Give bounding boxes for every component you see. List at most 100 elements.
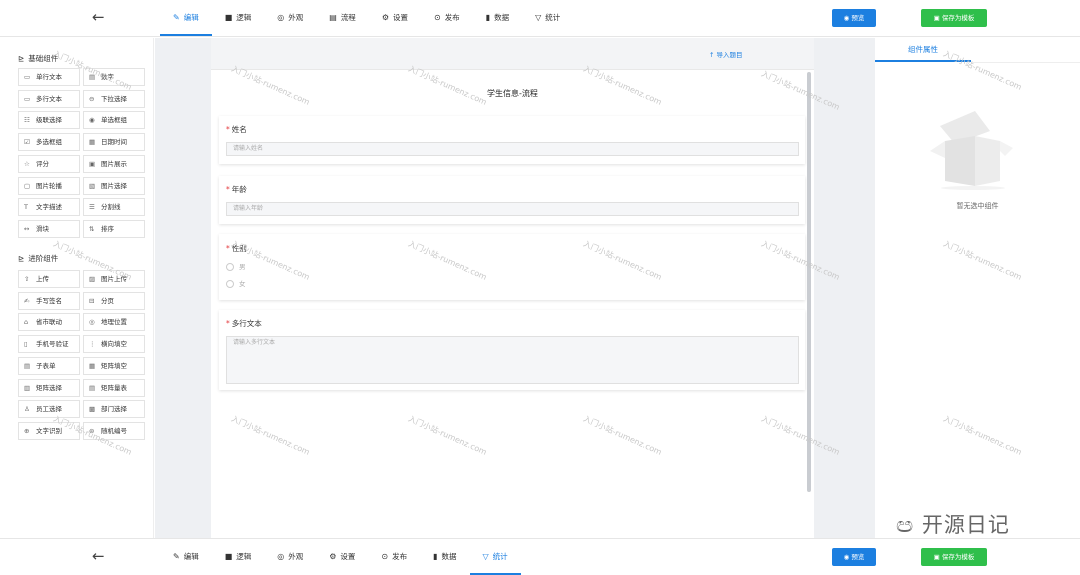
properties-panel: 组件属性 暂无选中组件	[875, 38, 1080, 538]
component-label: 图片上传	[101, 275, 127, 283]
tab-logic[interactable]: ■ 逻辑	[212, 539, 265, 575]
component-icon: ◉	[89, 116, 95, 125]
tab-settings[interactable]: ⚙ 设置	[316, 539, 368, 575]
component-item[interactable]: ⌂ 省市联动	[18, 313, 80, 332]
tab-edit[interactable]: ✎ 编辑	[160, 539, 212, 575]
tab-stats[interactable]: ▽ 统计	[522, 0, 573, 36]
field-multiline[interactable]: * 多行文本 请输入多行文本	[219, 310, 805, 390]
component-item[interactable]: ▢ 图片轮播	[18, 176, 80, 195]
tab-data[interactable]: ▮ 数据	[473, 0, 522, 36]
component-item[interactable]: ▭ 多行文本	[18, 89, 80, 108]
section-label: 基础组件	[28, 54, 59, 63]
back-arrow-icon[interactable]: ←	[92, 547, 105, 565]
tab-label: 统计	[545, 13, 561, 22]
tab-appearance[interactable]: ◎ 外观	[264, 539, 316, 575]
gender-option-male[interactable]: 男	[226, 261, 246, 271]
component-label: 横向填空	[101, 340, 127, 349]
component-item[interactable]: ☷ 级联选择	[18, 111, 80, 130]
multiline-textarea[interactable]: 请输入多行文本	[226, 336, 799, 384]
publish-icon: ⊙	[381, 552, 389, 561]
top-tabs: ✎ 编辑 ■ 逻辑 ◎ 外观 ▤ 流程 ⚙ 设置 ⊙ 发布 ▮ 数据 ▽ 统计	[160, 0, 573, 36]
component-label: 矩阵填空	[101, 361, 127, 370]
component-item[interactable]: ⊖ 下拉选择	[83, 89, 145, 108]
name-input[interactable]: 请输入姓名	[226, 142, 799, 156]
bottom-tabs: ✎ 编辑 ■ 逻辑 ◎ 外观 ⚙ 设置 ⊙ 发布 ▮ 数据 ▽ 统计	[160, 539, 521, 575]
tab-flow[interactable]: ▤ 流程	[316, 0, 369, 36]
field-label: * 姓名	[226, 125, 247, 134]
component-item[interactable]: ▦ 日期时间	[83, 133, 145, 152]
tab-label: 逻辑	[236, 552, 252, 561]
component-item[interactable]: ♙ 员工选择	[18, 400, 80, 419]
form-title: 学生信息-流程	[487, 89, 538, 98]
gender-option-female[interactable]: 女	[226, 278, 246, 288]
component-label: 图片展示	[101, 159, 127, 168]
component-item[interactable]: ▤ 矩阵量表	[83, 378, 145, 397]
component-item[interactable]: ↔ 滑块	[18, 219, 80, 238]
tab-label: 数据	[494, 13, 510, 22]
field-label: * 年龄	[226, 185, 247, 194]
age-input[interactable]: 请输入年龄	[226, 202, 799, 216]
component-label: 单行文本	[36, 73, 62, 81]
component-item[interactable]: ⇅ 排序	[83, 219, 145, 238]
component-item[interactable]: ▣ 图片展示	[83, 154, 145, 173]
field-name[interactable]: * 姓名 请输入姓名	[219, 116, 805, 164]
component-item[interactable]: ▧ 图片选择	[83, 176, 145, 195]
tab-settings[interactable]: ⚙ 设置	[369, 0, 421, 36]
canvas-scrollbar[interactable]	[807, 72, 811, 492]
tab-publish[interactable]: ⊙ 发布	[368, 539, 420, 575]
save-template-button[interactable]: ▣ 保存为模板	[921, 9, 987, 27]
component-label: 滑块	[36, 224, 49, 233]
component-icon: ▭	[24, 94, 31, 103]
component-sidebar: ⊵ 基础组件 ▭ 单行文本 ▤ 数字 ▭ 多行文本 ⊖ 下拉选择 ☷ 级联选择 ◉ 单选框组 ☑ 多选框组 ▦…	[0, 38, 154, 538]
component-item[interactable]: ▩ 部门选择	[83, 400, 145, 419]
radio-icon	[226, 280, 234, 288]
field-age[interactable]: * 年龄 请输入年龄	[219, 176, 805, 224]
component-item[interactable]: ✍ 手写签名	[18, 291, 80, 310]
component-item[interactable]: ⇧ 上传	[18, 270, 80, 288]
component-icon: T	[24, 203, 28, 212]
component-label: 图片轮播	[36, 181, 62, 190]
component-icon: ⋮	[89, 340, 96, 349]
field-label: * 多行文本	[226, 319, 262, 328]
component-item[interactable]: ▯ 手机号验证	[18, 335, 80, 354]
back-arrow-icon[interactable]: ←	[92, 8, 105, 26]
tab-appearance[interactable]: ◎ 外观	[264, 0, 316, 36]
component-icon: ☷	[24, 116, 30, 125]
component-item[interactable]: ▭ 单行文本	[18, 68, 80, 86]
component-icon: ▥	[24, 383, 31, 392]
component-item[interactable]: ☑ 多选框组	[18, 133, 80, 152]
preview-label: 预览	[851, 553, 865, 561]
component-item[interactable]: ⊕ 文字识别	[18, 421, 80, 440]
component-item[interactable]: ◎ 地理位置	[83, 313, 145, 332]
component-item[interactable]: ▨ 图片上传	[83, 270, 145, 288]
publish-icon: ⊙	[433, 13, 441, 22]
component-item[interactable]: ▥ 矩阵选择	[18, 378, 80, 397]
component-item[interactable]: ▤ 数字	[83, 68, 145, 86]
component-item[interactable]: ▦ 矩阵填空	[83, 356, 145, 375]
tab-component-properties[interactable]: 组件属性	[875, 38, 971, 62]
component-item[interactable]: ☆ 评分	[18, 154, 80, 173]
import-questions-link[interactable]: ↑ 导入题目	[709, 49, 743, 59]
save-template-button[interactable]: ▣ 保存为模板	[921, 548, 987, 566]
tab-logic[interactable]: ■ 逻辑	[212, 0, 265, 36]
preview-button[interactable]: ◉ 预览	[832, 9, 876, 27]
field-gender[interactable]: * 性别 男 女	[219, 234, 805, 300]
component-item[interactable]: ◉ 单选框组	[83, 111, 145, 130]
form-canvas: ↑ 导入题目 学生信息-流程 * 姓名 请输入姓名 * 年龄 请输入年龄 * 性别 男…	[211, 38, 814, 538]
component-item[interactable]: ⊜ 随机编号	[83, 421, 145, 440]
component-item[interactable]: ⋮ 横向填空	[83, 335, 145, 354]
component-icon: ☆	[24, 159, 30, 168]
component-item[interactable]: ☰ 分割线	[83, 198, 145, 217]
component-icon: ▦	[89, 361, 96, 370]
tab-data[interactable]: ▮ 数据	[420, 539, 469, 575]
tab-stats[interactable]: ▽ 统计	[469, 539, 521, 575]
upload-icon: ↑	[709, 51, 715, 59]
component-item[interactable]: T 文字描述	[18, 198, 80, 217]
component-item[interactable]: ⊟ 分页	[83, 291, 145, 310]
component-label: 部门选择	[101, 405, 127, 414]
preview-button[interactable]: ◉ 预览	[832, 548, 876, 566]
tab-edit[interactable]: ✎ 编辑	[160, 0, 212, 36]
tab-label: 逻辑	[236, 13, 252, 22]
component-item[interactable]: ▤ 子表单	[18, 356, 80, 375]
tab-publish[interactable]: ⊙ 发布	[421, 0, 473, 36]
